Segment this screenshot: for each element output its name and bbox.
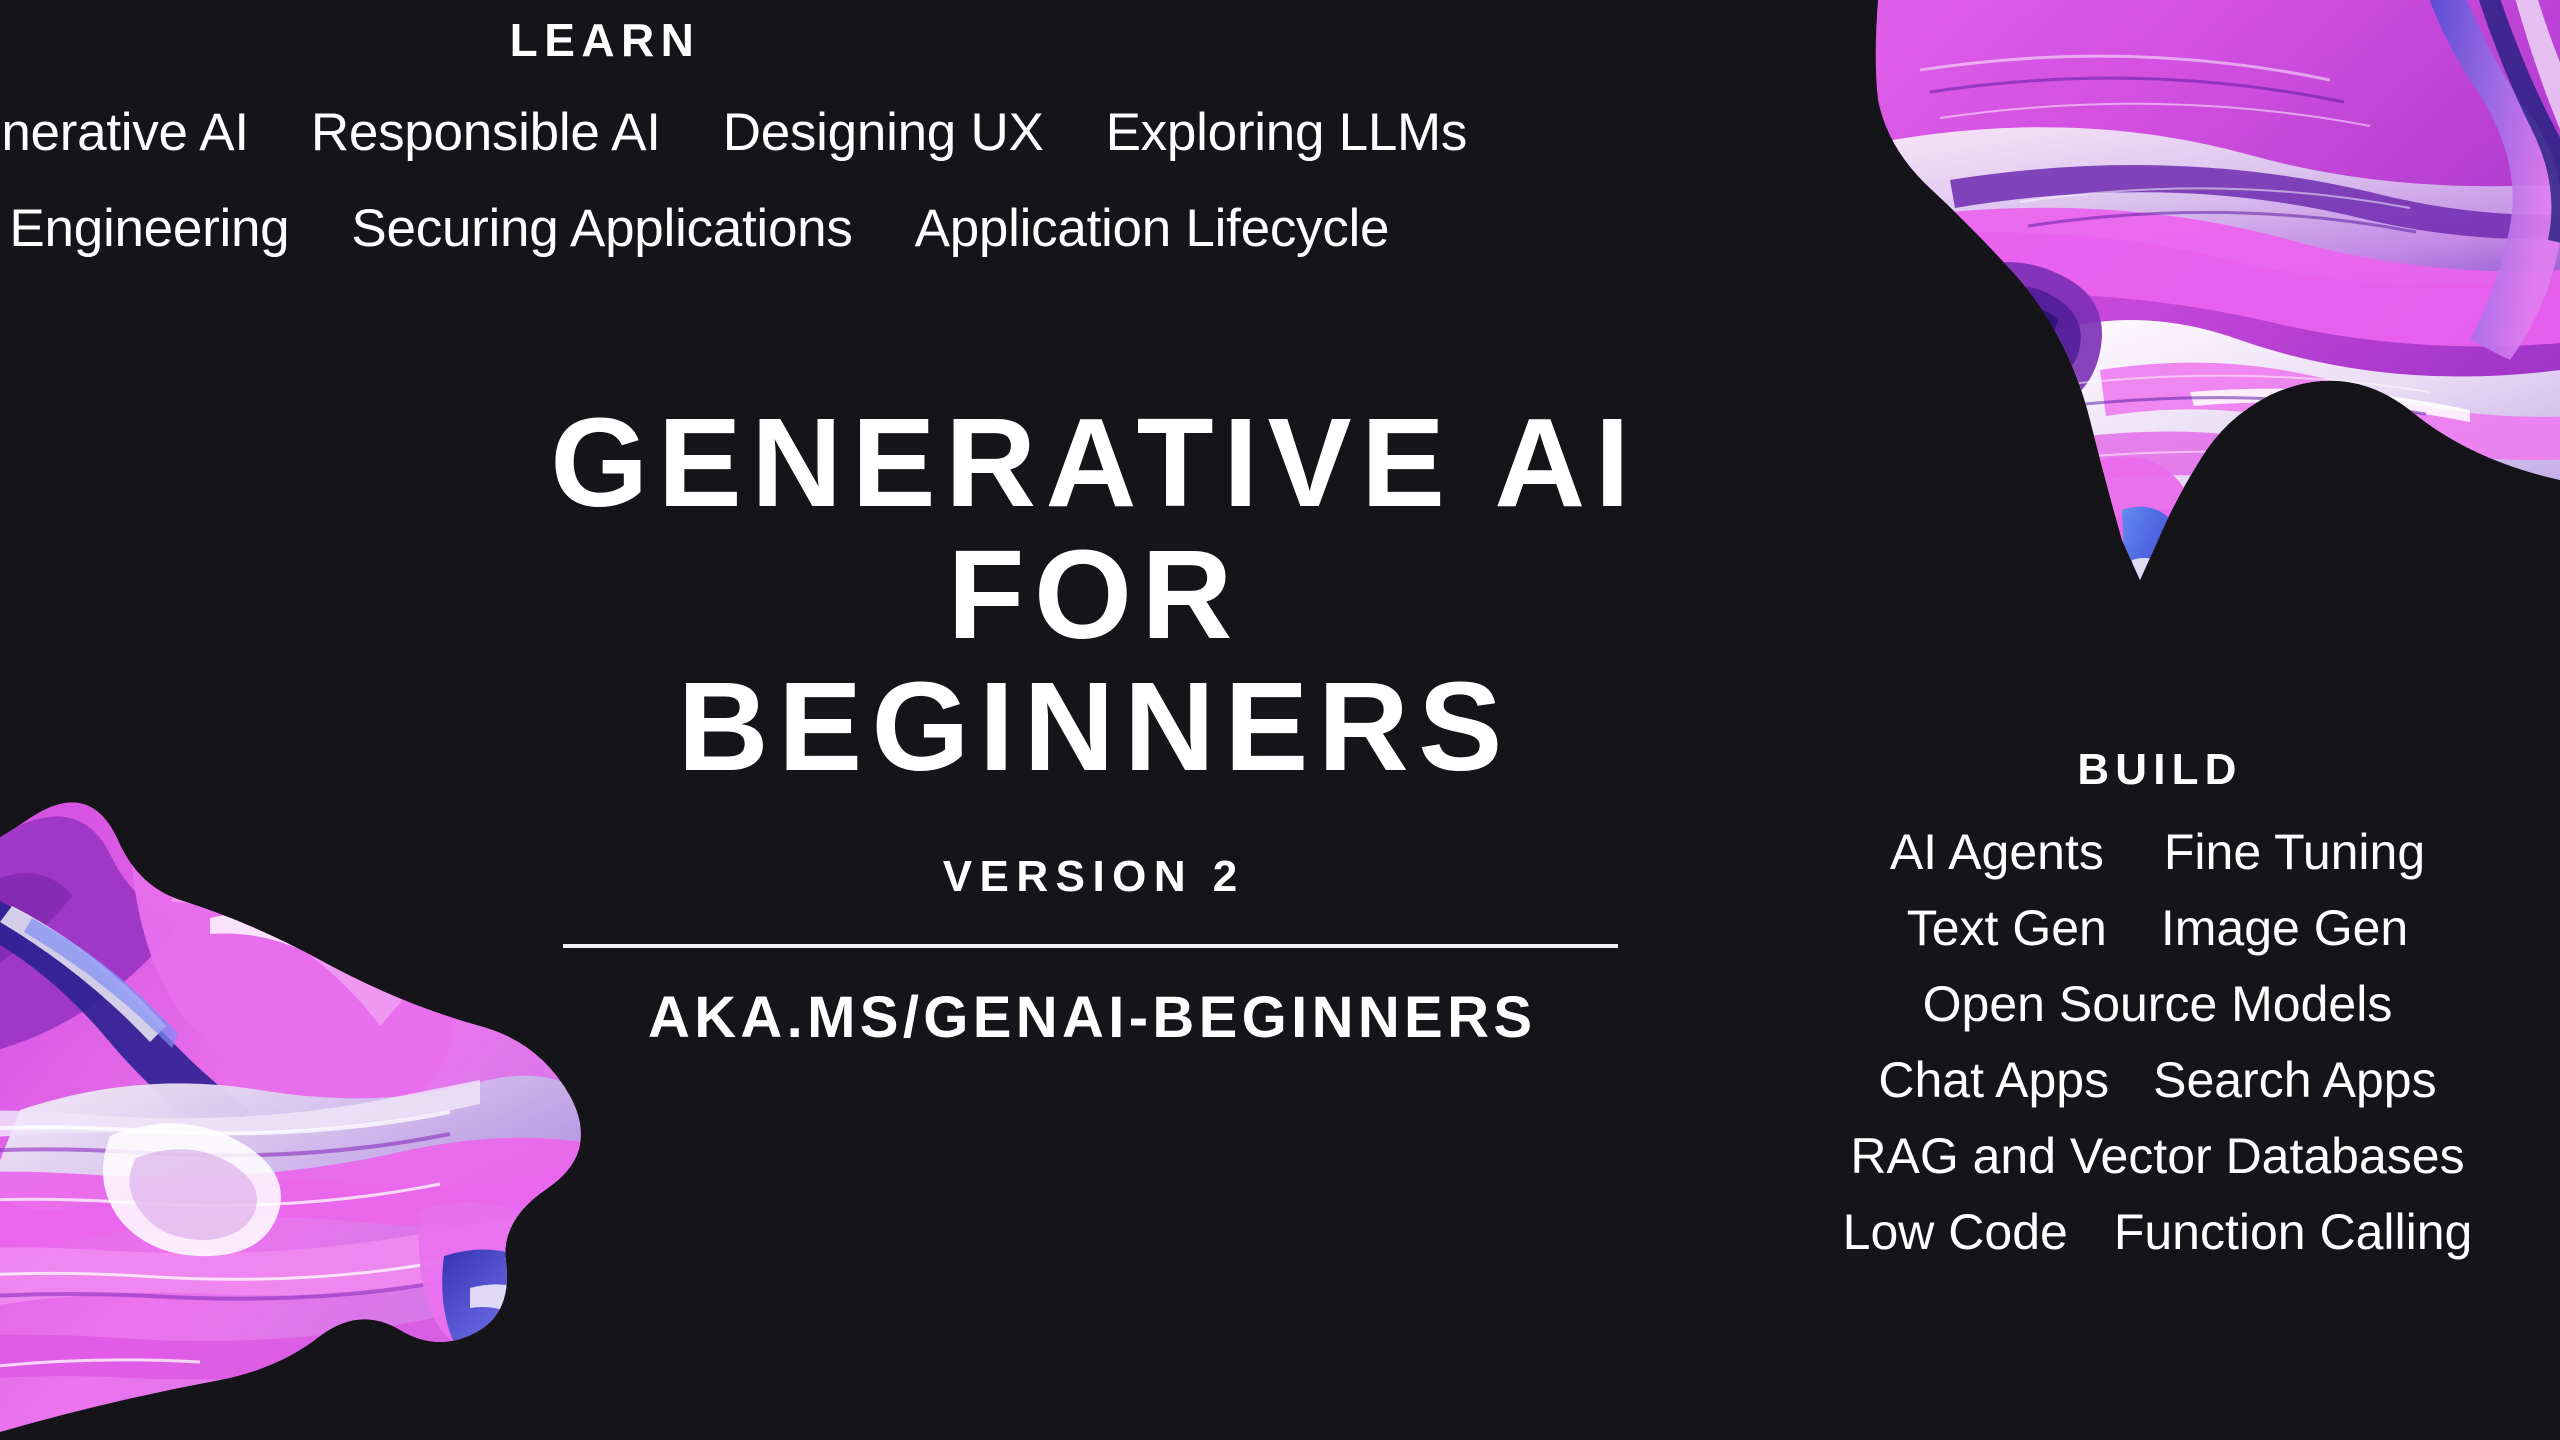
build-topic-rag-and-vector-databases[interactable]: RAG and Vector Databases (1850, 1122, 2464, 1190)
build-topic-image-gen[interactable]: Image Gen (2161, 894, 2408, 962)
build-section-heading: BUILD (2077, 745, 2243, 794)
build-topic-ai-agents[interactable]: AI Agents (1890, 818, 2104, 886)
learn-topic-prompt-engineering[interactable]: Prompt Engineering (0, 192, 290, 266)
short-url-link[interactable]: AKA.MS/GENAI-BEGINNERS (330, 986, 1850, 1050)
poster-canvas: LEARN Intro to Generative AI Responsible… (0, 0, 2560, 1440)
build-topic-row: AI Agents Fine Tuning (1755, 818, 2560, 886)
version-label: VERSION 2 (942, 852, 1245, 901)
hero-title-line-3: BEGINNERS (677, 656, 1512, 797)
learn-topic-responsible-ai[interactable]: Responsible AI (311, 96, 661, 170)
hero-title-block: GENERATIVE AI FOR BEGINNERS VERSION 2 AK… (330, 400, 1850, 1050)
build-topics-column: AI Agents Fine Tuning Text Gen Image Gen… (1755, 818, 2560, 1266)
build-topic-function-calling[interactable]: Function Calling (2114, 1198, 2473, 1266)
learn-topic-designing-ux[interactable]: Designing UX (723, 96, 1044, 170)
learn-topic-row: Intro to Generative AI Responsible AI De… (0, 96, 1467, 170)
fluid-art-top-right-decoration (1770, 0, 2560, 700)
learn-topic-application-lifecycle[interactable]: Application Lifecycle (915, 192, 1390, 266)
learn-topics-column: Intro to Generative AI Responsible AI De… (0, 96, 1467, 266)
hero-title-line-2: FOR (947, 524, 1242, 665)
build-topic-low-code[interactable]: Low Code (1843, 1198, 2068, 1266)
build-topic-fine-tuning[interactable]: Fine Tuning (2164, 818, 2425, 886)
horizontal-divider (562, 944, 1618, 948)
build-topic-open-source-models[interactable]: Open Source Models (1923, 970, 2393, 1038)
build-topic-chat-apps[interactable]: Chat Apps (1878, 1046, 2109, 1114)
learn-topic-securing-applications[interactable]: Securing Applications (351, 192, 852, 266)
build-topic-row: Low Code Function Calling (1755, 1198, 2560, 1266)
build-topic-row: Text Gen Image Gen (1755, 894, 2560, 962)
build-topic-row: RAG and Vector Databases (1755, 1122, 2560, 1190)
build-topic-row: Open Source Models (1755, 970, 2560, 1038)
hero-title-line-1: GENERATIVE AI (550, 392, 1640, 533)
learn-topic-intro-to-generative-ai[interactable]: Intro to Generative AI (0, 96, 249, 170)
build-topic-text-gen[interactable]: Text Gen (1907, 894, 2107, 962)
build-topic-search-apps[interactable]: Search Apps (2153, 1046, 2437, 1114)
learn-topic-exploring-llms[interactable]: Exploring LLMs (1106, 96, 1468, 170)
learn-section-heading: LEARN (509, 14, 701, 66)
learn-topic-row: Prompt Engineering Securing Applications… (0, 192, 1390, 266)
build-topic-row: Chat Apps Search Apps (1755, 1046, 2560, 1114)
